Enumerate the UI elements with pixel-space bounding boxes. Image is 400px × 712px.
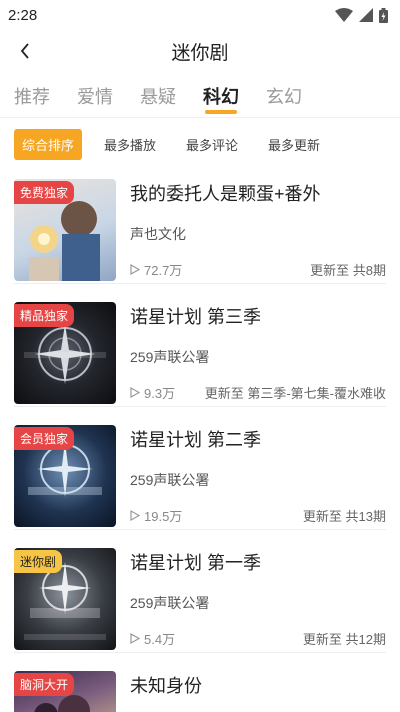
item-author: 259声联公署 [130, 595, 210, 611]
item-author: 259声联公署 [130, 349, 210, 365]
tab-romance[interactable]: 爱情 [77, 83, 113, 117]
play-count-value: 9.3万 [144, 386, 176, 401]
item-title: 诺星计划 第一季 [130, 553, 262, 573]
play-icon [130, 510, 140, 521]
divider [14, 652, 386, 653]
cover-image: 免费独家 [14, 179, 116, 281]
sort-most-updates[interactable]: 最多更新 [260, 129, 328, 160]
badge: 免费独家 [14, 181, 75, 204]
list-item[interactable]: 精品独家 诺星计划 第三季 259声联公署 9.3万 更新至 第三季-第七集-覆… [14, 293, 386, 407]
play-count: 72.7万 [130, 260, 182, 279]
battery-icon [379, 7, 388, 23]
tab-fantasy[interactable]: 玄幻 [266, 83, 302, 117]
play-icon [130, 264, 140, 275]
item-title: 诺星计划 第二季 [130, 430, 262, 450]
tab-mystery[interactable]: 悬疑 [140, 83, 176, 117]
divider [14, 406, 386, 407]
play-count-value: 5.4万 [144, 632, 176, 647]
back-button[interactable] [10, 36, 40, 66]
badge: 迷你剧 [14, 550, 63, 573]
sort-most-comments[interactable]: 最多评论 [178, 129, 246, 160]
cover-image: 会员独家 [14, 425, 116, 527]
play-icon [130, 633, 140, 644]
item-author: 259声联公署 [130, 472, 210, 488]
play-icon [130, 387, 140, 398]
update-status: 更新至 共12期 [302, 632, 386, 647]
play-count: 9.3万 [130, 383, 175, 402]
play-count: 19.5万 [130, 506, 182, 525]
sort-options: 综合排序 最多播放 最多评论 最多更新 [0, 118, 400, 170]
divider [14, 283, 386, 284]
play-count-value: 72.7万 [144, 263, 183, 278]
chevron-left-icon [20, 43, 29, 59]
update-status: 更新至 共13期 [302, 509, 386, 524]
page-title: 迷你剧 [171, 42, 229, 64]
update-status: 更新至 第三季-第七集-覆水难收 [204, 386, 386, 401]
divider [14, 529, 386, 530]
list-item[interactable]: 脑洞大开 未知身份 [14, 662, 386, 712]
play-count: 5.4万 [130, 629, 175, 648]
badge: 会员独家 [14, 427, 75, 450]
tab-scifi[interactable]: 科幻 [203, 83, 239, 117]
cover-image: 脑洞大开 [14, 671, 116, 712]
wifi-icon [335, 8, 353, 22]
cover-image: 迷你剧 [14, 548, 116, 650]
status-time: 2:28 [8, 6, 38, 24]
item-title: 我的委托人是颗蛋+番外 [130, 184, 321, 204]
nav-bar: 迷你剧 [0, 30, 400, 72]
signal-icon [359, 8, 373, 22]
list-item[interactable]: 迷你剧 诺星计划 第一季 259声联公署 5.4万 更新至 共12期 [14, 539, 386, 653]
list-item[interactable]: 免费独家 我的委托人是颗蛋+番外 声也文化 72.7万 更新至 共8期 [14, 170, 386, 284]
play-count-value: 19.5万 [144, 509, 183, 524]
item-title: 未知身份 [130, 676, 202, 696]
badge: 脑洞大开 [14, 673, 75, 696]
badge: 精品独家 [14, 304, 75, 327]
tab-recommend[interactable]: 推荐 [14, 83, 50, 117]
sort-comprehensive[interactable]: 综合排序 [14, 128, 83, 160]
status-bar: 2:28 [0, 0, 400, 30]
cover-image: 精品独家 [14, 302, 116, 404]
list-item[interactable]: 会员独家 诺星计划 第二季 259声联公署 19.5万 更新至 共13期 [14, 416, 386, 530]
sort-most-played[interactable]: 最多播放 [96, 129, 164, 160]
item-author: 声也文化 [130, 226, 186, 242]
item-title: 诺星计划 第三季 [130, 307, 262, 327]
status-icons [335, 7, 388, 23]
update-status: 更新至 共8期 [310, 263, 386, 278]
category-tabs: 推荐 爱情 悬疑 科幻 玄幻 [0, 72, 400, 118]
